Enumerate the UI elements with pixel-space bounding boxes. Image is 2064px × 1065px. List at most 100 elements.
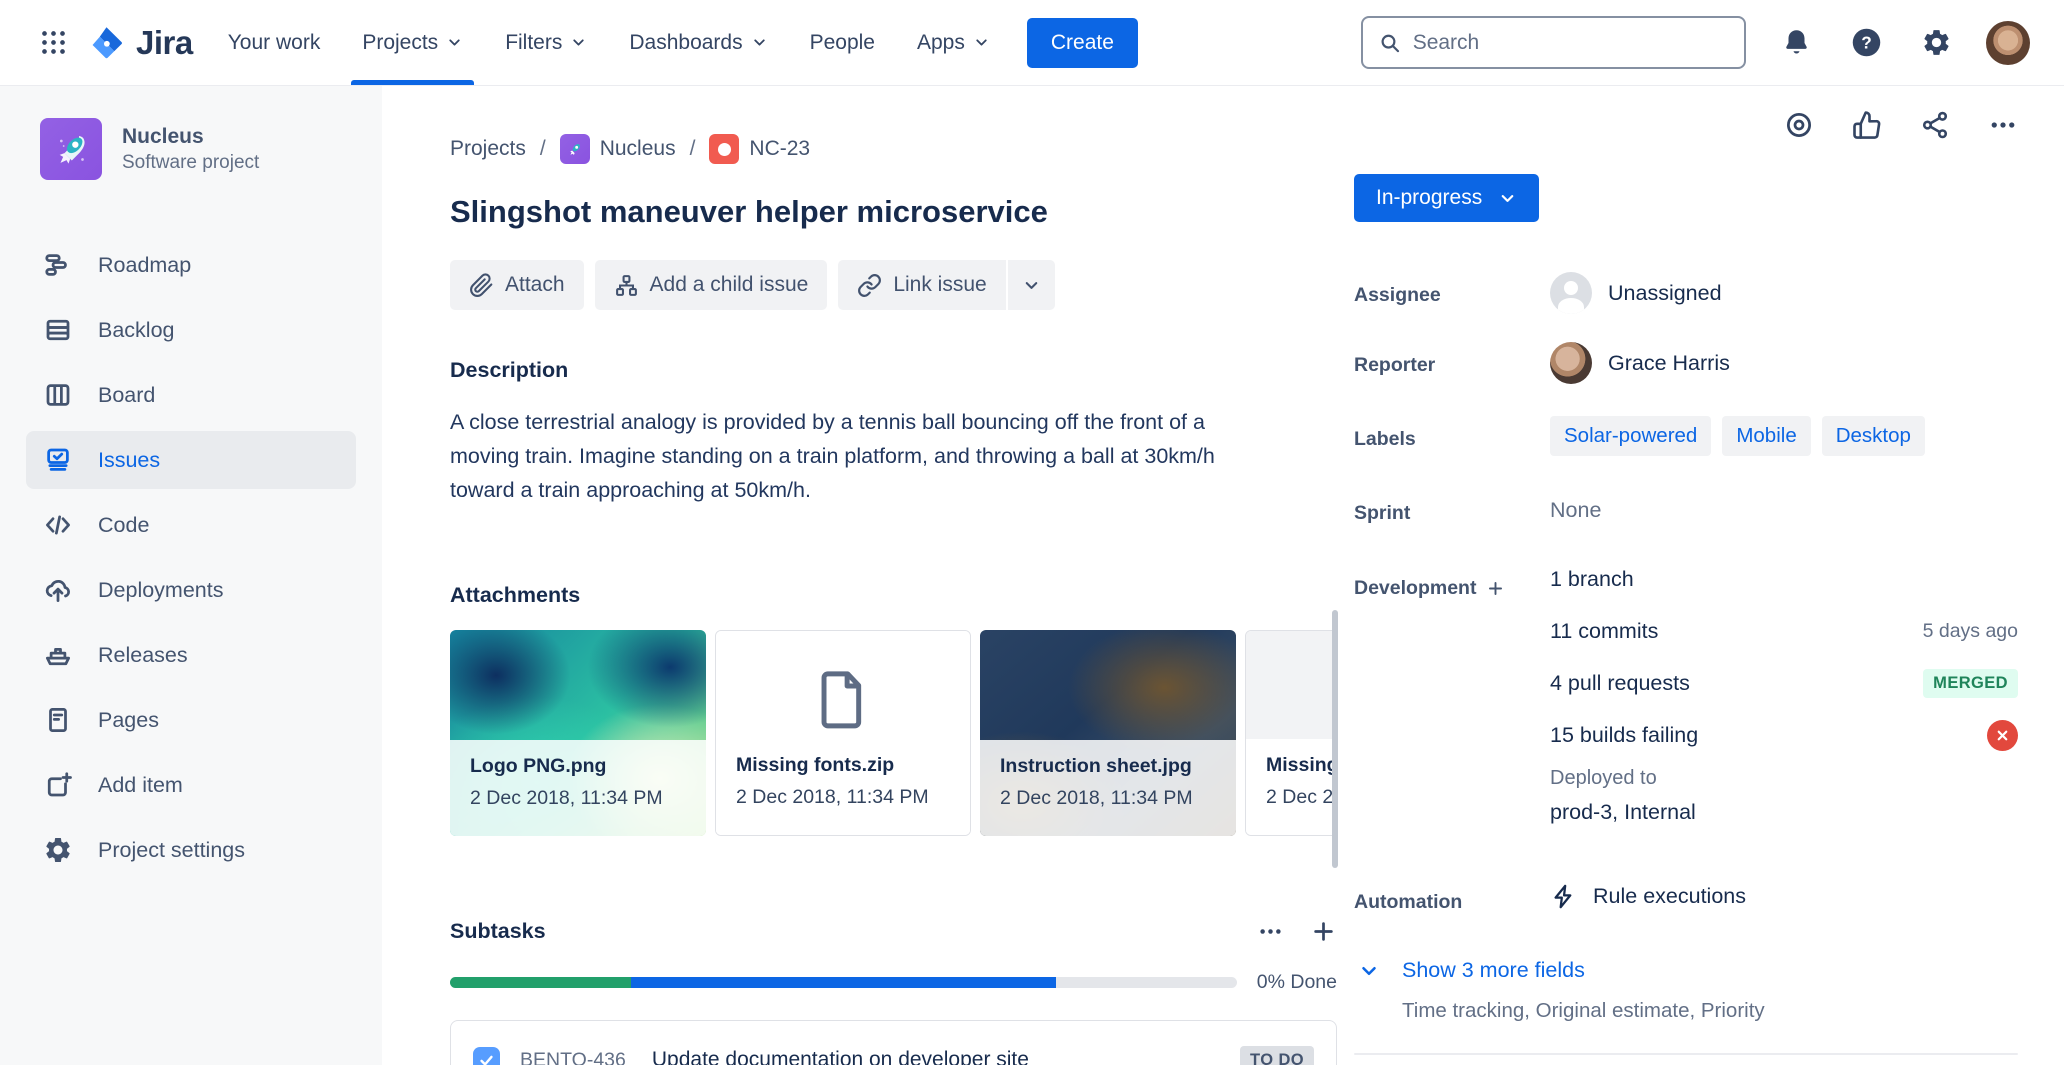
branches-link[interactable]: 1 branch bbox=[1550, 567, 1634, 592]
subtask-key[interactable]: BENTO-436 bbox=[520, 1049, 626, 1065]
sprint-label: Sprint bbox=[1354, 456, 1550, 525]
board-icon bbox=[42, 380, 74, 410]
project-name: Nucleus bbox=[122, 125, 259, 149]
subtasks-more-button[interactable] bbox=[1257, 918, 1284, 945]
more-fields-hint: Time tracking, Original estimate, Priori… bbox=[1354, 999, 2018, 1023]
attachment-card[interactable]: Instruction sheet.jpg 2 Dec 2018, 11:34 … bbox=[980, 630, 1236, 836]
attachments-heading: Attachments bbox=[450, 583, 1269, 608]
project-avatar bbox=[40, 118, 102, 180]
pull-requests-link[interactable]: 4 pull requests bbox=[1550, 671, 1690, 696]
progress-bar bbox=[450, 977, 1237, 988]
attachment-date: 2 Dec 20 bbox=[1266, 786, 1337, 809]
issue-main-column: Projects / Nucleus / NC-23 Slingshot man… bbox=[382, 86, 1337, 1065]
watch-eye-icon bbox=[1784, 110, 1814, 140]
nav-projects[interactable]: Projects bbox=[341, 0, 484, 85]
jira-logo[interactable]: Jira bbox=[80, 22, 207, 64]
sidebar-item-project-settings[interactable]: Project settings bbox=[26, 821, 356, 879]
attachment-name: Logo PNG.png bbox=[470, 755, 686, 778]
nav-filters[interactable]: Filters bbox=[484, 0, 608, 85]
sidebar-item-releases[interactable]: Releases bbox=[26, 626, 356, 684]
subtasks-list: BENTO-436 Update documentation on develo… bbox=[450, 1020, 1337, 1065]
reporter-value[interactable]: Grace Harris bbox=[1550, 314, 2018, 384]
attachment-card[interactable]: Missing f 2 Dec 20 bbox=[1245, 630, 1337, 836]
settings-gear-icon bbox=[42, 835, 74, 865]
sidebar-item-deployments[interactable]: Deployments bbox=[26, 561, 356, 619]
issues-icon bbox=[42, 445, 74, 475]
chevron-down-icon bbox=[973, 34, 990, 51]
vote-button[interactable] bbox=[1852, 110, 1882, 140]
sidebar-item-add-item[interactable]: Add item bbox=[26, 756, 356, 814]
ellipsis-icon bbox=[1988, 110, 2018, 140]
pages-icon bbox=[42, 705, 74, 735]
sprint-value[interactable]: None bbox=[1550, 456, 2018, 523]
link-icon bbox=[857, 273, 882, 298]
share-icon bbox=[1920, 110, 1950, 140]
attach-button[interactable]: Attach bbox=[450, 260, 584, 310]
watch-button[interactable] bbox=[1784, 110, 1814, 140]
code-icon bbox=[42, 510, 74, 540]
breadcrumb-issue[interactable]: NC-23 bbox=[709, 134, 810, 164]
sidebar-item-backlog[interactable]: Backlog bbox=[26, 301, 356, 359]
add-subtask-button[interactable] bbox=[1310, 918, 1337, 945]
label-chip[interactable]: Solar-powered bbox=[1550, 416, 1711, 456]
sidebar-item-issues[interactable]: Issues bbox=[26, 431, 356, 489]
help-button[interactable]: ? bbox=[1846, 23, 1886, 63]
development-label: Development bbox=[1354, 525, 1550, 600]
svg-text:?: ? bbox=[1861, 33, 1872, 53]
issue-title[interactable]: Slingshot maneuver helper microservice bbox=[450, 194, 1269, 230]
add-child-issue-button[interactable]: Add a child issue bbox=[595, 260, 828, 310]
sidebar-item-code[interactable]: Code bbox=[26, 496, 356, 554]
paperclip-icon bbox=[469, 273, 494, 298]
attachment-card[interactable]: Logo PNG.png 2 Dec 2018, 11:34 PM bbox=[450, 630, 706, 836]
show-more-fields-button[interactable]: Show 3 more fields bbox=[1354, 958, 2018, 983]
dev-pull-requests-row: 4 pull requests MERGED bbox=[1550, 657, 2018, 709]
breadcrumb-project[interactable]: Nucleus bbox=[560, 134, 676, 164]
settings-button[interactable] bbox=[1916, 23, 1956, 63]
roadmap-icon bbox=[42, 250, 74, 280]
commits-link[interactable]: 11 commits bbox=[1550, 619, 1658, 644]
bell-icon bbox=[1781, 27, 1812, 58]
subtask-status-badge[interactable]: TO DO bbox=[1240, 1046, 1314, 1065]
notifications-button[interactable] bbox=[1776, 23, 1816, 63]
link-issue-more-button[interactable] bbox=[1008, 260, 1055, 310]
automation-value[interactable]: Rule executions bbox=[1550, 825, 2018, 910]
app-switcher-icon[interactable] bbox=[26, 16, 80, 70]
project-header[interactable]: Nucleus Software project bbox=[26, 118, 356, 180]
attachment-card[interactable]: Missing fonts.zip 2 Dec 2018, 11:34 PM bbox=[715, 630, 971, 836]
merged-badge: MERGED bbox=[1923, 669, 2018, 698]
nav-apps[interactable]: Apps bbox=[896, 0, 1011, 85]
deployed-to-value[interactable]: prod-3, Internal bbox=[1550, 800, 2018, 825]
subtask-title[interactable]: Update documentation on developer site bbox=[652, 1048, 1220, 1065]
description-body[interactable]: A close terrestrial analogy is provided … bbox=[450, 405, 1269, 507]
sidebar-item-pages[interactable]: Pages bbox=[26, 691, 356, 749]
sidebar-item-roadmap[interactable]: Roadmap bbox=[26, 236, 356, 294]
status-dropdown-button[interactable]: In-progress bbox=[1354, 174, 1539, 222]
nav-people[interactable]: People bbox=[789, 0, 896, 85]
link-issue-button[interactable]: Link issue bbox=[838, 260, 1005, 310]
content-scrollbar[interactable] bbox=[1332, 610, 1338, 868]
chevron-down-icon bbox=[570, 34, 587, 51]
label-chip[interactable]: Mobile bbox=[1722, 416, 1810, 456]
share-button[interactable] bbox=[1920, 110, 1950, 140]
sidebar-item-board[interactable]: Board bbox=[26, 366, 356, 424]
subtask-type-icon[interactable] bbox=[473, 1047, 500, 1065]
nav-dashboards[interactable]: Dashboards bbox=[608, 0, 788, 85]
builds-link[interactable]: 15 builds failing bbox=[1550, 723, 1698, 748]
search-input[interactable] bbox=[1413, 31, 1728, 55]
attachment-date: 2 Dec 2018, 11:34 PM bbox=[470, 787, 686, 810]
progress-done-label: 0% Done bbox=[1257, 971, 1337, 994]
more-actions-button[interactable] bbox=[1988, 110, 2018, 140]
create-button[interactable]: Create bbox=[1027, 18, 1138, 68]
nav-your-work[interactable]: Your work bbox=[207, 0, 342, 85]
breadcrumb-projects[interactable]: Projects bbox=[450, 137, 526, 161]
description-heading: Description bbox=[450, 358, 1269, 383]
global-search[interactable] bbox=[1361, 16, 1746, 69]
assignee-value[interactable]: Unassigned bbox=[1550, 262, 2018, 314]
subtask-row[interactable]: BENTO-436 Update documentation on develo… bbox=[463, 1031, 1324, 1065]
label-chip[interactable]: Desktop bbox=[1822, 416, 1925, 456]
plus-icon[interactable] bbox=[1486, 579, 1505, 598]
chevron-down-icon bbox=[751, 34, 768, 51]
chevron-down-icon bbox=[1498, 189, 1517, 208]
chevron-down-icon bbox=[1358, 960, 1380, 982]
user-avatar[interactable] bbox=[1986, 21, 2030, 65]
